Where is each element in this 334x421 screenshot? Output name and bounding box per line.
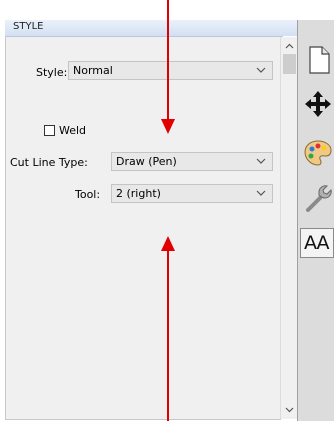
annotation-arrows: [161, 0, 175, 421]
arrow-down-head: [161, 119, 175, 134]
arrow-up-head: [161, 236, 175, 251]
